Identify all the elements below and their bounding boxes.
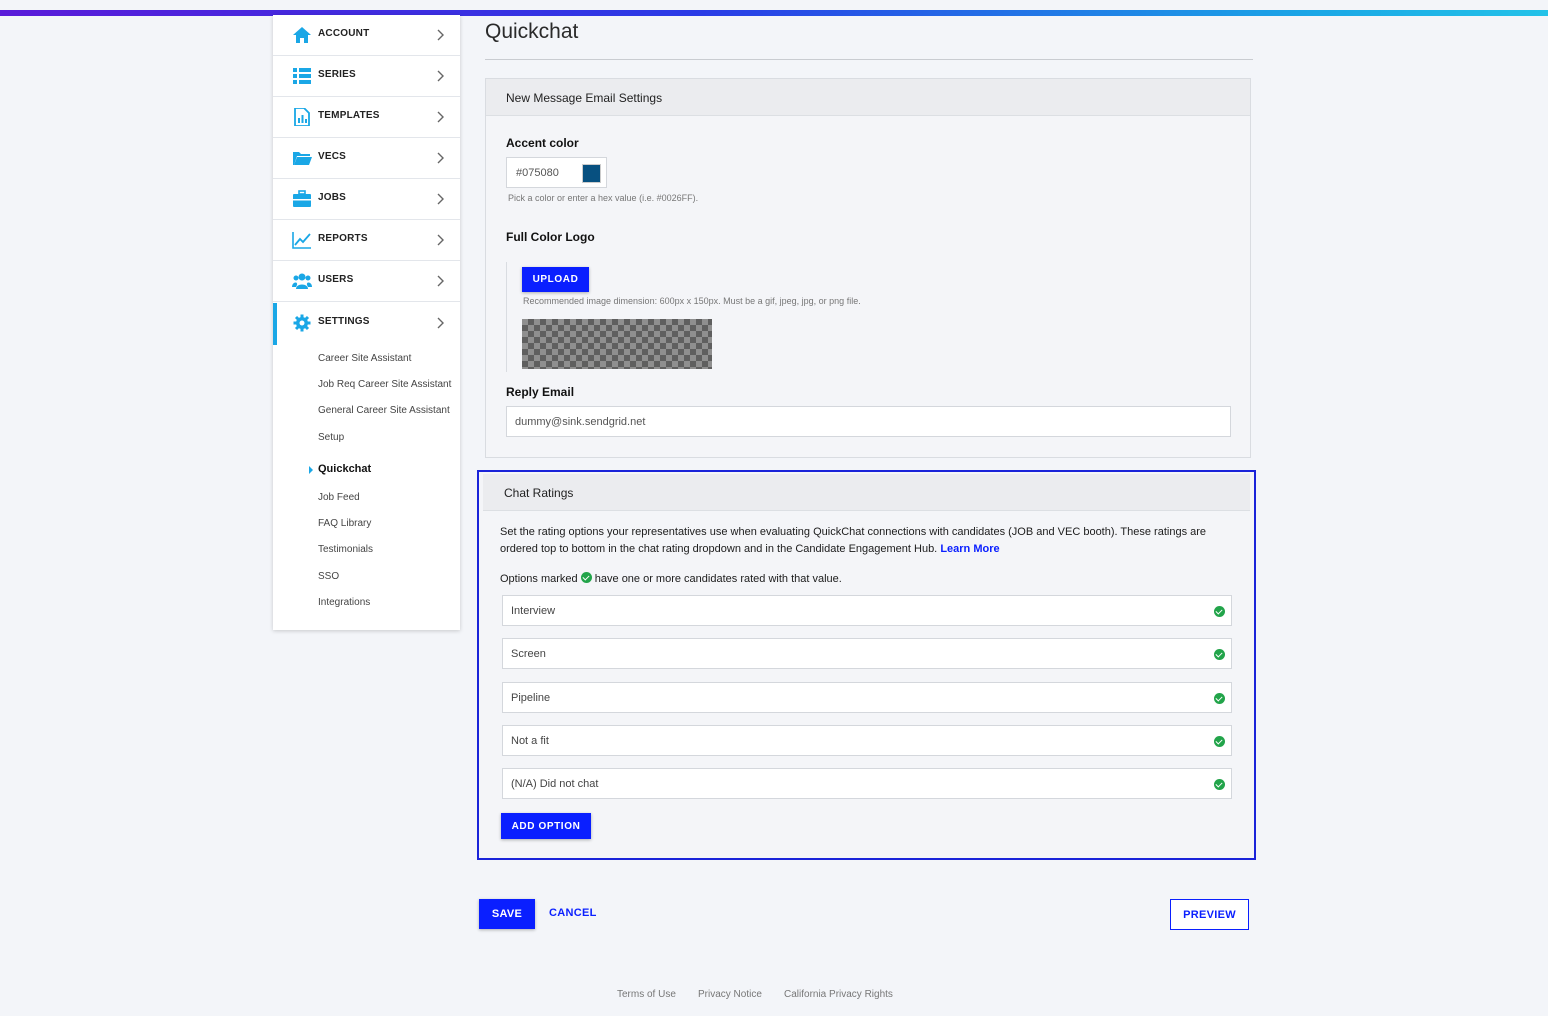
title-divider <box>485 59 1253 60</box>
preview-button[interactable]: PREVIEW <box>1170 899 1249 930</box>
rating-option-row[interactable]: Screen <box>502 638 1232 669</box>
sidebar-item-label: VECS <box>318 151 347 162</box>
chat-ratings-description: Set the rating options your representati… <box>500 524 1230 558</box>
learn-more-link[interactable]: Learn More <box>940 543 999 555</box>
rating-option-label: Not a fit <box>511 735 549 747</box>
check-circle-icon <box>580 572 592 583</box>
sidebar-item-label: JOBS <box>318 192 347 203</box>
settings-subitem-setup[interactable]: Setup <box>318 432 344 443</box>
sidebar-item-label: TEMPLATES <box>318 110 380 121</box>
check-circle-icon <box>1214 649 1225 660</box>
settings-subitem-career-site-assistant[interactable]: Career Site Assistant <box>318 353 411 364</box>
chevron-right-icon <box>437 29 444 41</box>
top-gradient-bar <box>0 10 1548 16</box>
email-settings-panel: New Message Email Settings Accent color … <box>485 78 1251 458</box>
chevron-right-icon <box>437 317 444 329</box>
check-circle-icon <box>1214 693 1225 704</box>
settings-subitem-testimonials[interactable]: Testimonials <box>318 544 373 555</box>
settings-subitem-integrations[interactable]: Integrations <box>318 597 370 608</box>
sidebar-item-reports[interactable]: REPORTS <box>273 220 460 261</box>
gear-icon <box>293 314 311 332</box>
marked-prefix: Options marked <box>500 573 578 585</box>
rating-option-row[interactable]: Interview <box>502 595 1232 626</box>
chevron-right-icon <box>437 275 444 287</box>
check-circle-icon <box>1214 779 1225 790</box>
settings-subitem-job-feed[interactable]: Job Feed <box>318 492 360 503</box>
settings-subitem-general-career-site-assistant[interactable]: General Career Site Assistant <box>318 405 450 416</box>
folder-icon <box>293 152 312 165</box>
sidebar-item-label: SERIES <box>318 69 356 80</box>
logo-section-rule <box>506 262 507 372</box>
email-settings-heading: New Message Email Settings <box>486 79 1250 116</box>
save-button[interactable]: SAVE <box>479 899 535 929</box>
sidebar-item-settings[interactable]: SETTINGS <box>273 303 460 345</box>
description-text: Set the rating options your representati… <box>500 526 1207 555</box>
california-privacy-link[interactable]: California Privacy Rights <box>784 989 893 1000</box>
accent-color-value: #075080 <box>516 167 559 179</box>
briefcase-icon <box>293 190 311 207</box>
settings-subitem-quickchat[interactable]: Quickchat <box>318 463 371 475</box>
sidebar-item-label: REPORTS <box>318 233 368 244</box>
upload-button[interactable]: UPLOAD <box>522 267 589 292</box>
page-title: Quickchat <box>485 20 579 43</box>
chevron-right-icon <box>437 152 444 164</box>
logo-preview-placeholder <box>522 319 712 369</box>
accent-color-swatch[interactable] <box>582 164 601 183</box>
reply-email-field[interactable]: dummy@sink.sendgrid.net <box>506 406 1231 437</box>
sidebar-item-label: USERS <box>318 274 354 285</box>
chevron-right-icon <box>437 234 444 246</box>
accent-color-label: Accent color <box>506 136 579 150</box>
sidebar-nav: ACCOUNT SERIES TEMPLATES VECS JOBS REPOR… <box>273 15 460 630</box>
rating-option-row[interactable]: Not a fit <box>502 725 1232 756</box>
terms-of-use-link[interactable]: Terms of Use <box>617 989 676 1000</box>
settings-subitem-job-req-career-site-assistant[interactable]: Job Req Career Site Assistant <box>318 379 451 390</box>
rating-option-label: (N/A) Did not chat <box>511 778 599 790</box>
chat-ratings-heading: Chat Ratings <box>483 474 1250 511</box>
chevron-right-icon <box>437 193 444 205</box>
chevron-right-icon <box>437 70 444 82</box>
sidebar-item-series[interactable]: SERIES <box>273 56 460 97</box>
home-icon <box>293 27 311 43</box>
reply-email-value: dummy@sink.sendgrid.net <box>515 416 646 428</box>
logo-hint: Recommended image dimension: 600px x 150… <box>523 296 861 306</box>
marked-suffix: have one or more candidates rated with t… <box>594 573 842 585</box>
rating-option-label: Screen <box>511 648 546 660</box>
chart-line-icon <box>292 232 311 249</box>
settings-subitem-faq-library[interactable]: FAQ Library <box>318 518 371 529</box>
users-icon <box>292 273 312 289</box>
chat-ratings-panel: Chat Ratings Set the rating options your… <box>477 470 1256 860</box>
settings-subitem-sso[interactable]: SSO <box>318 571 339 582</box>
sidebar-item-label: SETTINGS <box>318 316 370 327</box>
accent-color-input[interactable]: #075080 <box>506 157 607 188</box>
accent-color-hint: Pick a color or enter a hex value (i.e. … <box>508 193 699 203</box>
sidebar-item-jobs[interactable]: JOBS <box>273 179 460 220</box>
sidebar-item-users[interactable]: USERS <box>273 261 460 302</box>
add-option-button[interactable]: ADD OPTION <box>501 813 591 839</box>
chevron-right-icon <box>437 111 444 123</box>
sidebar-item-account[interactable]: ACCOUNT <box>273 15 460 56</box>
options-marked-note: Options marked have one or more candidat… <box>500 571 842 588</box>
current-caret-icon <box>309 466 313 474</box>
document-chart-icon <box>294 108 310 126</box>
rating-option-row[interactable]: (N/A) Did not chat <box>502 768 1232 799</box>
rating-option-row[interactable]: Pipeline <box>502 682 1232 713</box>
list-icon <box>293 68 311 84</box>
rating-option-label: Pipeline <box>511 692 551 704</box>
privacy-notice-link[interactable]: Privacy Notice <box>698 989 762 1000</box>
logo-label: Full Color Logo <box>506 230 595 244</box>
sidebar-item-label: ACCOUNT <box>318 28 370 39</box>
sidebar-item-templates[interactable]: TEMPLATES <box>273 97 460 138</box>
cancel-button[interactable]: CANCEL <box>549 907 597 919</box>
sidebar-item-vecs[interactable]: VECS <box>273 138 460 179</box>
rating-option-label: Interview <box>511 605 556 617</box>
check-circle-icon <box>1214 606 1225 617</box>
reply-email-label: Reply Email <box>506 385 575 399</box>
check-circle-icon <box>1214 736 1225 747</box>
